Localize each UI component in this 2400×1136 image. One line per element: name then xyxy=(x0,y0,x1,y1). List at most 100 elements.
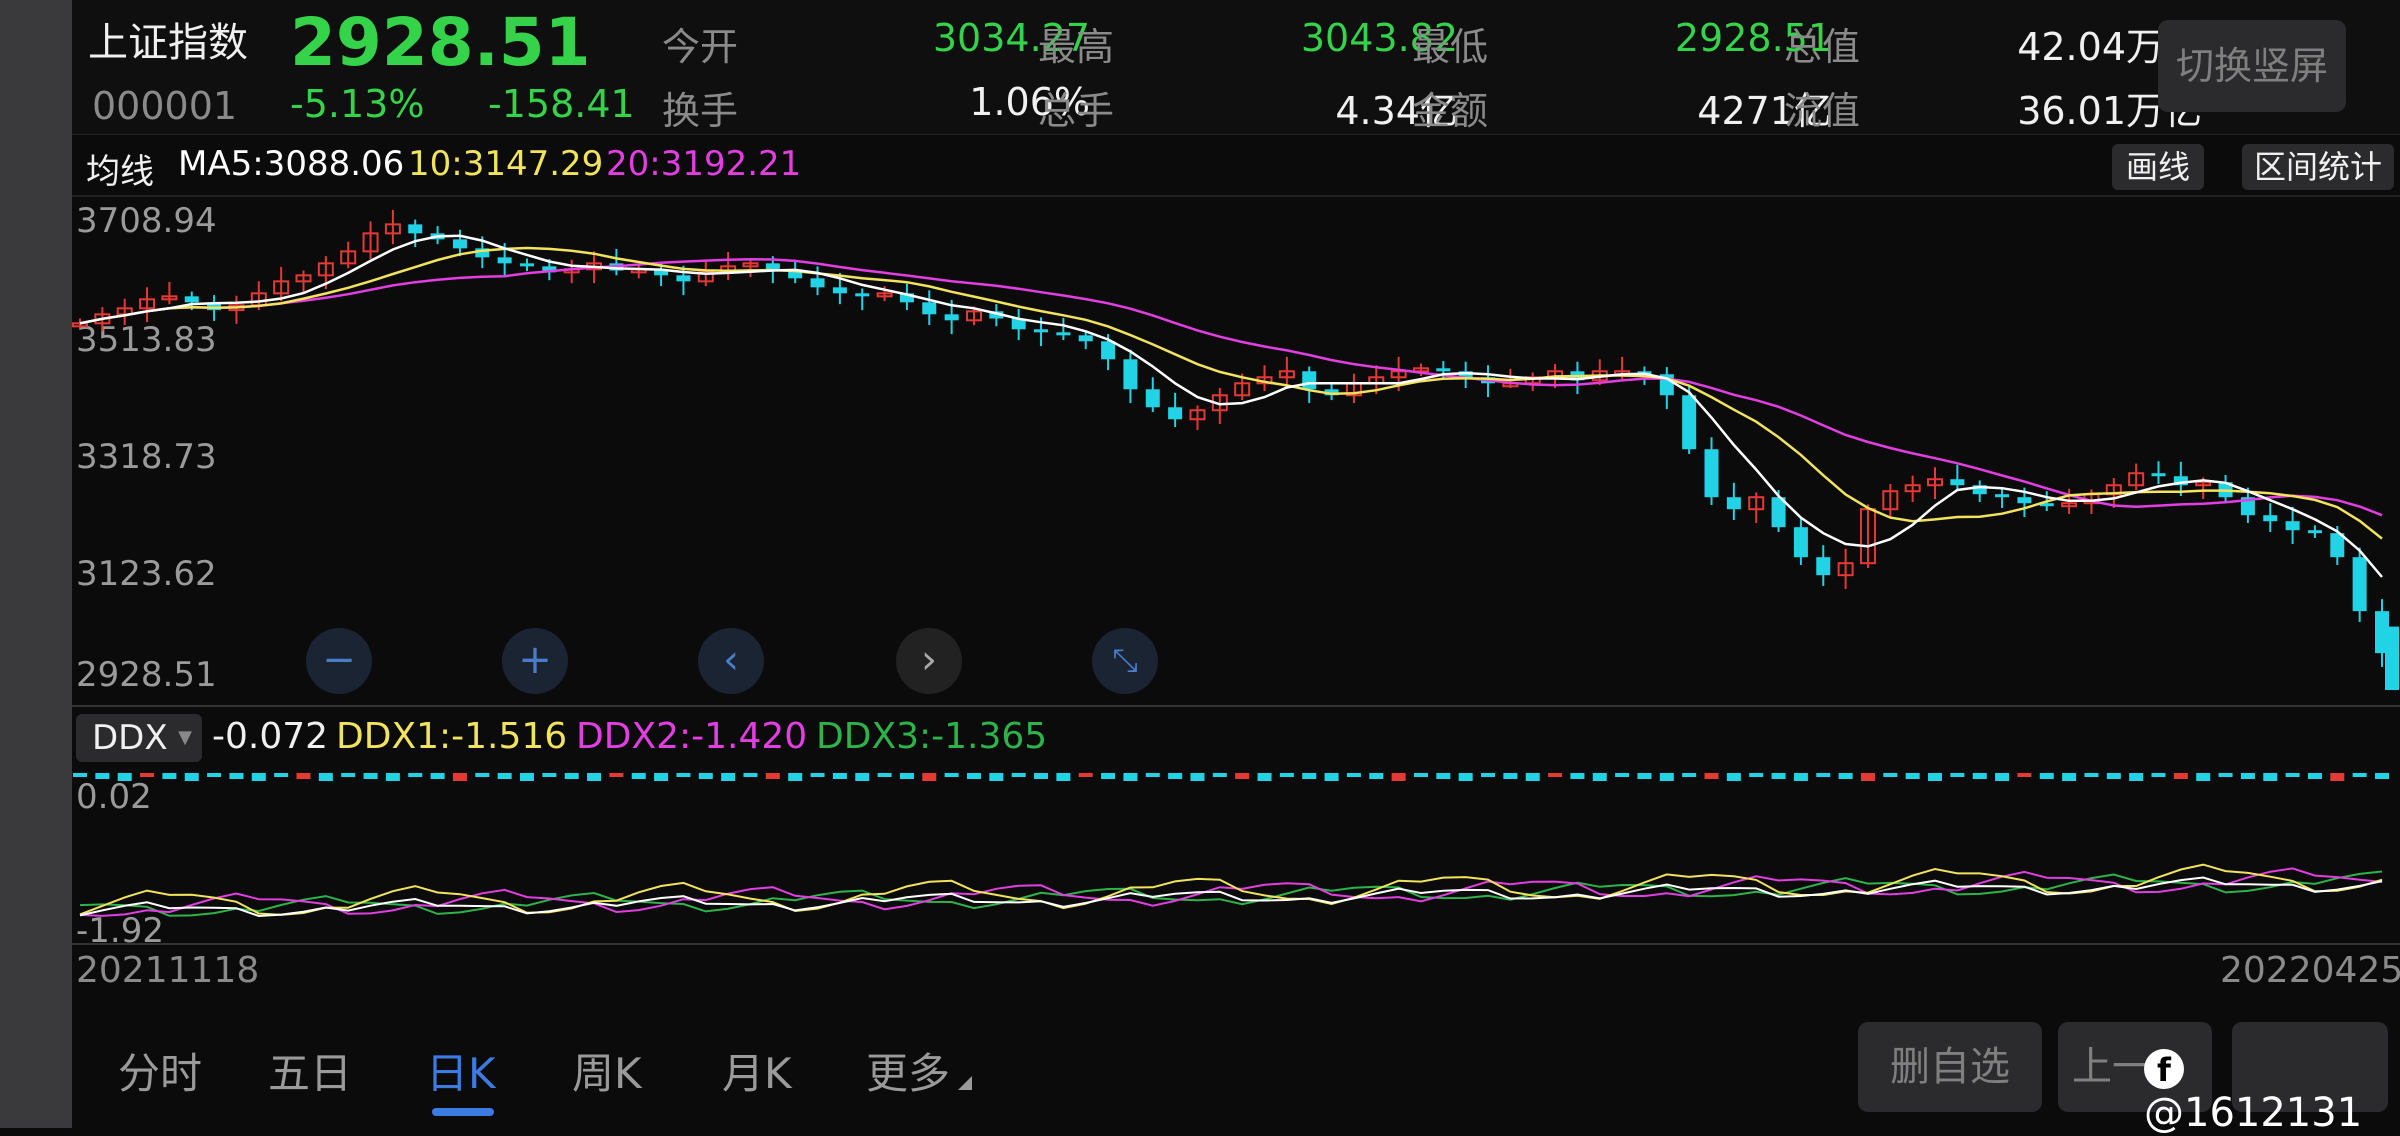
ddx-bar xyxy=(2218,773,2233,777)
ddx-bar xyxy=(73,773,87,777)
ddx-bar xyxy=(1302,773,1317,779)
collapse-icon[interactable]: ⤡ xyxy=(1092,628,1158,694)
candle-body xyxy=(1168,407,1183,420)
ddx-bar xyxy=(1659,773,1674,781)
candle-body xyxy=(1816,557,1831,576)
ddx-bar xyxy=(1324,773,1339,781)
ddx-bar xyxy=(408,773,423,777)
ddx-bar xyxy=(1391,773,1406,781)
ddx-bar xyxy=(2039,773,2054,779)
chevron-right-icon[interactable]: › xyxy=(896,628,962,694)
ddx-bar xyxy=(2129,773,2144,781)
ddx-bar xyxy=(2106,773,2121,779)
candle-body xyxy=(1145,389,1160,408)
ddx-bar xyxy=(519,773,534,781)
ddx1-line xyxy=(79,863,2383,916)
watermark-text: @1612131 xyxy=(2144,1090,2363,1136)
candle-body xyxy=(519,263,534,267)
ddx-bar xyxy=(1570,773,1585,779)
ddx-bar xyxy=(1458,773,1473,781)
ddx-bar xyxy=(2084,773,2099,777)
ddx-bar xyxy=(1481,773,1496,777)
ddx-bar xyxy=(2330,773,2345,781)
ddx-bar xyxy=(743,773,758,777)
ddx-bar xyxy=(1615,773,1630,777)
ddx-axis-bottom: -1.92 xyxy=(76,911,164,951)
candle-body xyxy=(1056,332,1071,336)
price-axis-label: 3708.94 xyxy=(76,201,217,241)
ddx-bar xyxy=(1346,773,1361,777)
minus-icon[interactable]: − xyxy=(306,628,372,694)
candle-body xyxy=(810,278,825,288)
tab-monthly-k[interactable]: 月K xyxy=(722,1040,792,1101)
candle-body xyxy=(676,275,691,282)
ddx-bar xyxy=(1369,773,1384,779)
ddx-bar xyxy=(318,773,333,781)
ddx-bar xyxy=(654,773,669,781)
ddx-bar xyxy=(1011,773,1026,777)
ddx-bar xyxy=(1726,773,1741,781)
tab-weekly-k[interactable]: 周K xyxy=(572,1040,642,1101)
kline-chart[interactable]: 3708.94 3513.83 3318.73 3123.62 2928.51 0.02 -… xyxy=(72,0,2400,1128)
ddx-bar xyxy=(1637,773,1652,779)
ddx-bar xyxy=(1190,773,1205,781)
ddx-bar xyxy=(475,773,490,777)
ddx-bar xyxy=(1883,773,1898,777)
candle-body xyxy=(2352,557,2367,612)
ddx-select-label: DDX xyxy=(92,718,168,758)
price-axis-label: 3123.62 xyxy=(76,554,217,594)
ddx-bar xyxy=(274,773,289,777)
ddx-bar xyxy=(1793,773,1808,781)
ddx-bar xyxy=(922,773,937,781)
chevron-left-icon[interactable]: ‹ xyxy=(698,628,764,694)
ddx-bar xyxy=(1235,773,1250,779)
ddx-bar xyxy=(1749,773,1764,777)
ddx-bar xyxy=(207,773,222,777)
candle-body xyxy=(1995,494,2010,498)
ddx-bar xyxy=(564,773,579,779)
ddx-bar xyxy=(944,773,959,777)
ddx-bar xyxy=(2307,773,2322,779)
ma20-line xyxy=(79,257,2383,517)
ddx3-value: DDX3:-1.365 xyxy=(816,716,1048,757)
ddx-bar xyxy=(832,773,847,779)
ddx-bar xyxy=(430,773,445,779)
ddx-bar xyxy=(899,773,914,779)
ddx-bar xyxy=(765,773,780,779)
ddx-indicator-select[interactable]: DDX ▼ xyxy=(76,714,202,762)
tab-five-day[interactable]: 五日 xyxy=(268,1040,352,1101)
candle-body xyxy=(2307,530,2322,534)
ddx-bar xyxy=(1168,773,1183,779)
ddx-bar xyxy=(385,773,400,781)
candle-body xyxy=(1950,479,1965,486)
tab-daily-k[interactable]: 日K xyxy=(426,1040,496,1101)
candle-body xyxy=(855,293,870,297)
ddx-axis-top: 0.02 xyxy=(76,777,152,817)
ddx-bar xyxy=(877,773,892,777)
plus-icon[interactable]: + xyxy=(502,628,568,694)
candle-body xyxy=(1704,449,1719,498)
ddx-bar xyxy=(1257,773,1272,781)
ddx-bar xyxy=(2062,773,2077,781)
start-date: 20211118 xyxy=(76,950,260,991)
ddx-bar xyxy=(1950,773,1965,777)
ddx-bar xyxy=(542,773,557,777)
price-axis-label: 2928.51 xyxy=(76,655,217,695)
tab-intraday[interactable]: 分时 xyxy=(118,1040,202,1101)
last-candle-body xyxy=(2385,626,2399,690)
end-date: 20220425 xyxy=(2220,950,2400,991)
ddx-bar xyxy=(1928,773,1943,781)
ddx-bar xyxy=(1034,773,1049,779)
ddx-bar xyxy=(1145,773,1160,777)
ddx-bar xyxy=(341,773,356,777)
ddx-bar xyxy=(1816,773,1831,777)
ddx-bar xyxy=(1436,773,1451,779)
ddx-bar xyxy=(363,773,378,779)
candle-body xyxy=(765,263,780,270)
ddx-bar xyxy=(2196,773,2211,781)
ddx-bar xyxy=(788,773,803,781)
tab-more[interactable]: 更多 xyxy=(866,1040,950,1101)
delete-watchlist-button[interactable]: 删自选 xyxy=(1858,1022,2042,1112)
candle-body xyxy=(1793,527,1808,558)
ddx2-value: DDX2:-1.420 xyxy=(576,716,808,757)
